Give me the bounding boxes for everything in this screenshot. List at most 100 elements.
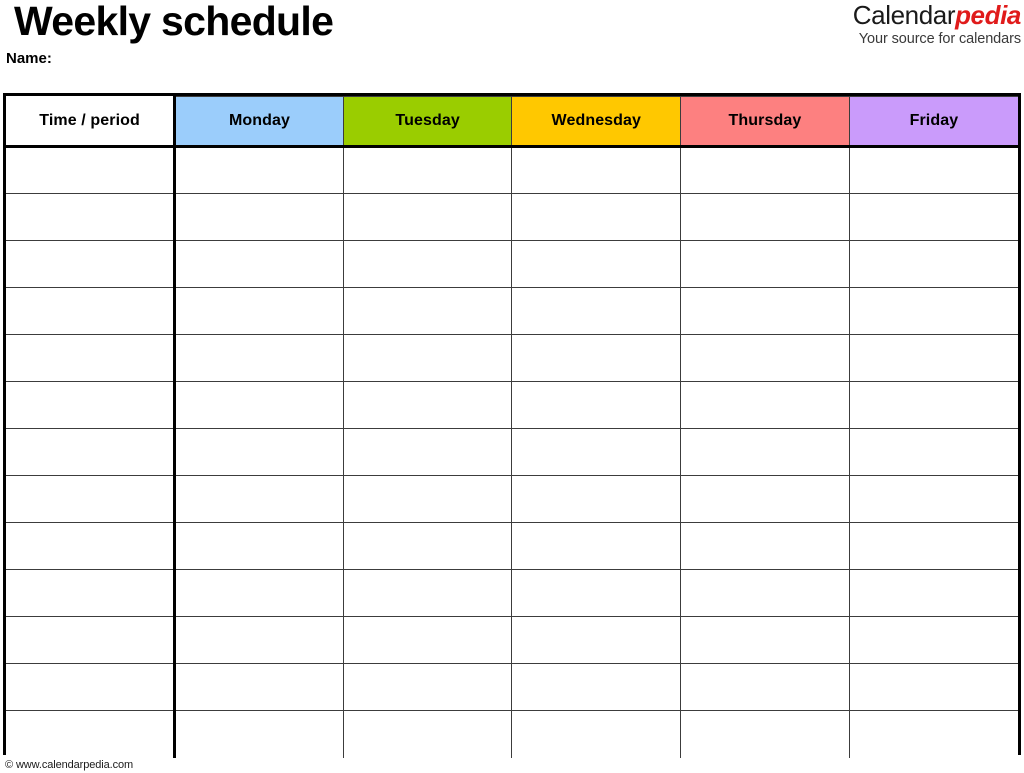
column-header-monday: Monday	[174, 96, 344, 148]
schedule-cell-friday[interactable]	[848, 616, 1018, 664]
schedule-table-head: Time / period Monday Tuesday Wednesday Thurs…	[6, 96, 1018, 148]
schedule-cell-tuesday[interactable]	[342, 193, 513, 241]
schedule-cell-wednesday[interactable]	[511, 428, 682, 476]
schedule-cell-wednesday[interactable]	[511, 334, 682, 382]
table-row	[6, 334, 1018, 382]
schedule-cell-tuesday[interactable]	[342, 569, 513, 617]
schedule-cell-friday[interactable]	[848, 569, 1018, 617]
schedule-cell-time[interactable]	[6, 287, 177, 335]
schedule-cell-wednesday[interactable]	[511, 663, 682, 711]
schedule-cell-monday[interactable]	[174, 240, 344, 288]
schedule-cell-monday[interactable]	[174, 381, 344, 429]
schedule-cell-tuesday[interactable]	[342, 381, 513, 429]
schedule-cell-friday[interactable]	[848, 381, 1018, 429]
schedule-cell-friday[interactable]	[848, 475, 1018, 523]
schedule-cell-thursday[interactable]	[680, 381, 850, 429]
schedule-cell-wednesday[interactable]	[511, 710, 682, 758]
schedule-cell-tuesday[interactable]	[342, 475, 513, 523]
schedule-cell-time[interactable]	[6, 522, 177, 570]
schedule-cell-friday[interactable]	[848, 193, 1018, 241]
schedule-cell-thursday[interactable]	[680, 240, 850, 288]
schedule-cell-thursday[interactable]	[680, 334, 850, 382]
schedule-cell-monday[interactable]	[174, 663, 344, 711]
schedule-cell-time[interactable]	[6, 334, 177, 382]
schedule-cell-tuesday[interactable]	[342, 522, 513, 570]
table-row	[6, 240, 1018, 288]
schedule-cell-monday[interactable]	[174, 710, 344, 758]
logo-wordmark: Calendarpedia	[852, 0, 1022, 30]
schedule-cell-thursday[interactable]	[680, 569, 850, 617]
schedule-cell-thursday[interactable]	[680, 193, 850, 241]
schedule-cell-monday[interactable]	[174, 616, 344, 664]
footer-copyright: © www.calendarpedia.com	[5, 759, 134, 771]
table-row	[6, 193, 1018, 241]
column-header-wednesday: Wednesday	[511, 96, 682, 148]
column-header-tuesday: Tuesday	[342, 96, 513, 148]
schedule-cell-monday[interactable]	[174, 475, 344, 523]
table-row	[6, 287, 1018, 335]
schedule-cell-tuesday[interactable]	[342, 287, 513, 335]
page-header: Weekly schedule Name: Calendarpedia Your…	[0, 0, 1024, 88]
schedule-cell-wednesday[interactable]	[511, 146, 682, 194]
schedule-cell-thursday[interactable]	[680, 428, 850, 476]
schedule-cell-time[interactable]	[6, 475, 177, 523]
schedule-cell-friday[interactable]	[848, 663, 1018, 711]
schedule-cell-friday[interactable]	[848, 428, 1018, 476]
schedule-cell-friday[interactable]	[848, 710, 1018, 758]
schedule-cell-time[interactable]	[6, 146, 177, 194]
schedule-cell-monday[interactable]	[174, 428, 344, 476]
logo-tagline: Your source for calendars	[858, 31, 1021, 47]
logo-word-calendar: Calendar	[852, 0, 956, 30]
schedule-table-container: Time / period Monday Tuesday Wednesday Thurs…	[3, 93, 1021, 758]
schedule-cell-thursday[interactable]	[680, 616, 850, 664]
schedule-cell-friday[interactable]	[848, 287, 1018, 335]
schedule-cell-time[interactable]	[6, 569, 177, 617]
table-row	[6, 663, 1018, 711]
schedule-cell-wednesday[interactable]	[511, 381, 682, 429]
schedule-cell-tuesday[interactable]	[342, 334, 513, 382]
schedule-cell-wednesday[interactable]	[511, 569, 682, 617]
schedule-header-row: Time / period Monday Tuesday Wednesday Thurs…	[6, 96, 1018, 148]
schedule-cell-monday[interactable]	[174, 193, 344, 241]
schedule-cell-monday[interactable]	[174, 146, 344, 194]
schedule-table: Time / period Monday Tuesday Wednesday Thurs…	[6, 96, 1018, 758]
schedule-cell-friday[interactable]	[848, 240, 1018, 288]
schedule-cell-tuesday[interactable]	[342, 710, 513, 758]
schedule-cell-thursday[interactable]	[680, 287, 850, 335]
schedule-cell-tuesday[interactable]	[342, 428, 513, 476]
schedule-cell-monday[interactable]	[174, 522, 344, 570]
schedule-cell-thursday[interactable]	[680, 663, 850, 711]
schedule-cell-wednesday[interactable]	[511, 616, 682, 664]
schedule-cell-wednesday[interactable]	[511, 240, 682, 288]
schedule-cell-tuesday[interactable]	[342, 663, 513, 711]
table-row	[6, 381, 1018, 429]
schedule-cell-time[interactable]	[6, 710, 177, 758]
schedule-cell-time[interactable]	[6, 616, 177, 664]
schedule-cell-monday[interactable]	[174, 287, 344, 335]
weekly-schedule-page: Weekly schedule Name: Calendarpedia Your…	[0, 0, 1024, 773]
schedule-cell-friday[interactable]	[848, 522, 1018, 570]
schedule-cell-time[interactable]	[6, 193, 177, 241]
schedule-cell-time[interactable]	[6, 428, 177, 476]
schedule-cell-friday[interactable]	[848, 334, 1018, 382]
schedule-cell-monday[interactable]	[174, 569, 344, 617]
table-row	[6, 710, 1018, 758]
schedule-cell-tuesday[interactable]	[342, 240, 513, 288]
schedule-cell-thursday[interactable]	[680, 522, 850, 570]
schedule-cell-friday[interactable]	[848, 146, 1018, 194]
schedule-cell-time[interactable]	[6, 381, 177, 429]
schedule-cell-tuesday[interactable]	[342, 146, 513, 194]
schedule-table-body	[6, 146, 1018, 758]
schedule-cell-wednesday[interactable]	[511, 475, 682, 523]
schedule-cell-thursday[interactable]	[680, 146, 850, 194]
page-title: Weekly schedule	[14, 0, 334, 44]
schedule-cell-time[interactable]	[6, 663, 177, 711]
schedule-cell-wednesday[interactable]	[511, 193, 682, 241]
schedule-cell-thursday[interactable]	[680, 475, 850, 523]
schedule-cell-wednesday[interactable]	[511, 287, 682, 335]
schedule-cell-monday[interactable]	[174, 334, 344, 382]
schedule-cell-thursday[interactable]	[680, 710, 850, 758]
schedule-cell-wednesday[interactable]	[511, 522, 682, 570]
schedule-cell-time[interactable]	[6, 240, 177, 288]
schedule-cell-tuesday[interactable]	[342, 616, 513, 664]
